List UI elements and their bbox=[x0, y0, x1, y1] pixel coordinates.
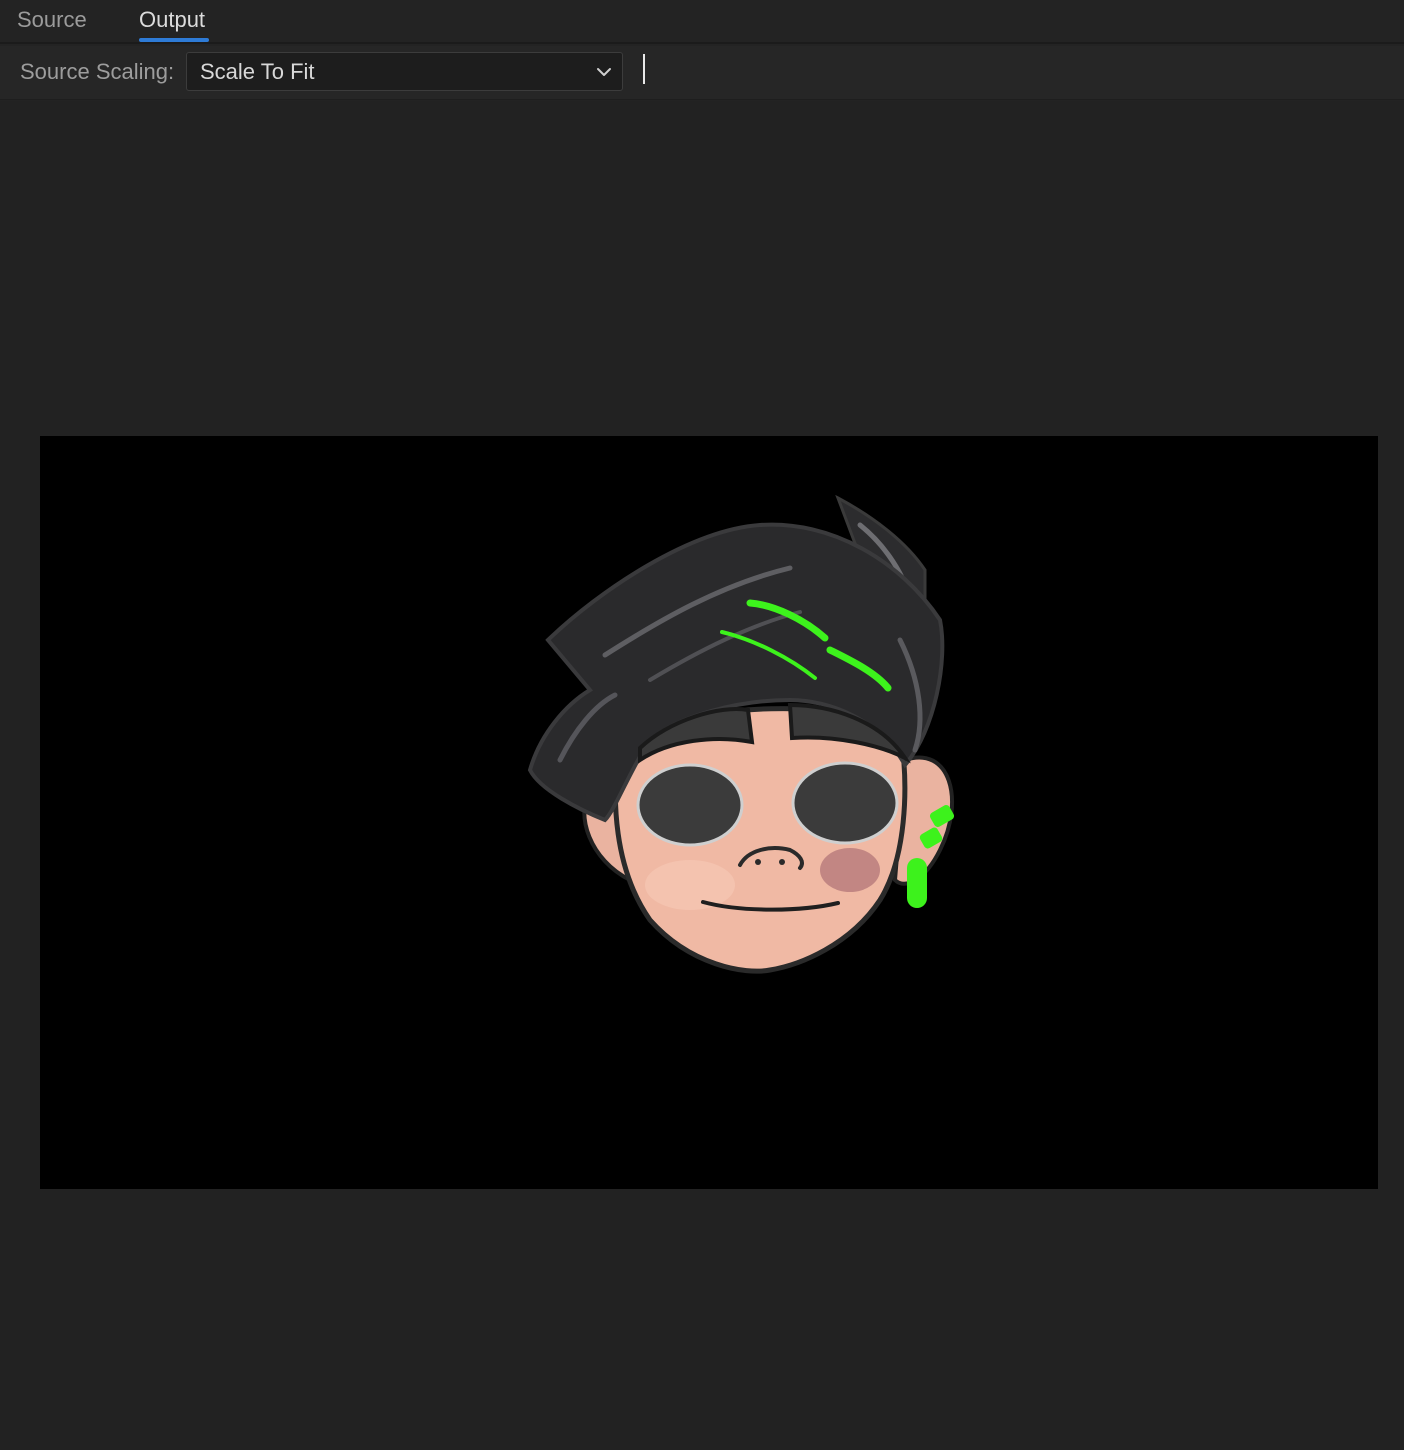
program-viewport bbox=[0, 101, 1404, 1450]
output-toolbar: Source Scaling: Scale To Fit bbox=[0, 46, 1404, 100]
source-scaling-label: Source Scaling: bbox=[20, 59, 175, 84]
tab-source[interactable]: Source bbox=[17, 6, 87, 34]
character-head-illustration bbox=[527, 494, 955, 974]
chevron-down-icon bbox=[597, 68, 611, 76]
tab-output[interactable]: Output bbox=[139, 6, 205, 34]
panel-tab-bar: Source Output bbox=[0, 0, 1404, 44]
source-scaling-dropdown[interactable]: Scale To Fit bbox=[186, 52, 623, 91]
text-cursor bbox=[643, 54, 645, 84]
active-tab-indicator bbox=[139, 38, 209, 42]
output-frame[interactable] bbox=[40, 436, 1378, 1189]
source-scaling-selected-value: Scale To Fit bbox=[200, 59, 315, 84]
